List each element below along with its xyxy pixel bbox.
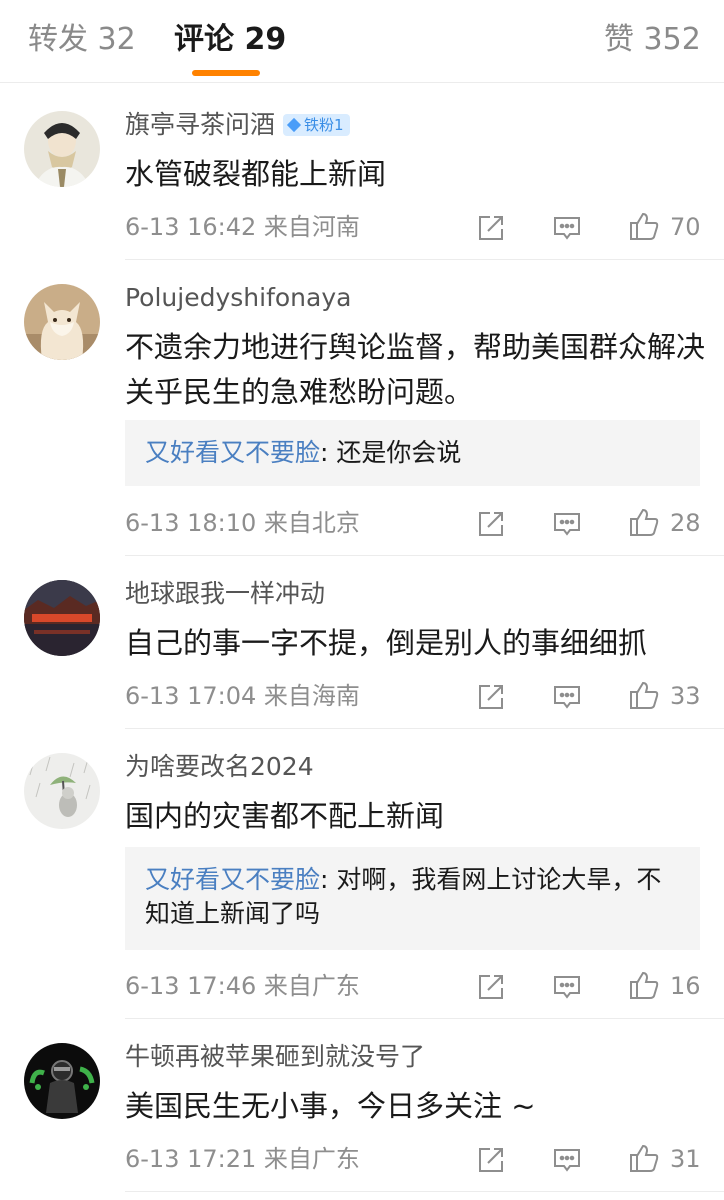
comment-text: 国内的灾害都不配上新闻 bbox=[125, 799, 445, 833]
comment-icon[interactable] bbox=[552, 213, 582, 243]
tab-likes[interactable]: 赞 352 bbox=[604, 20, 701, 60]
fan-badge: 铁粉1 bbox=[283, 114, 350, 136]
share-icon[interactable] bbox=[476, 682, 506, 712]
comment-time: 6-13 17:21 bbox=[125, 1145, 257, 1173]
tab-repost[interactable]: 转发 32 bbox=[28, 20, 136, 60]
tab-likes-label: 赞 bbox=[604, 22, 634, 57]
like-icon[interactable] bbox=[628, 210, 659, 240]
username[interactable]: Polujedyshifonaya bbox=[125, 282, 351, 314]
comment-icon[interactable] bbox=[552, 509, 582, 539]
username[interactable]: 为啥要改名2024 bbox=[125, 751, 314, 783]
avatar[interactable] bbox=[24, 111, 100, 187]
divider bbox=[125, 1191, 724, 1192]
comment-time: 6-13 17:46 bbox=[125, 972, 257, 1000]
reply-preview[interactable]: 又好看又不要脸: 对啊，我看网上讨论大旱，不知道上新闻了吗 bbox=[125, 847, 700, 950]
tab-repost-label: 转发 bbox=[28, 22, 88, 57]
divider bbox=[125, 1018, 724, 1019]
comment-text: 自己的事一字不提，倒是别人的事细细抓 bbox=[125, 626, 648, 660]
share-icon[interactable] bbox=[476, 213, 506, 243]
comment-meta: 6-13 17:04 来自海南 bbox=[125, 681, 360, 711]
like-icon[interactable] bbox=[628, 506, 659, 536]
comment-text: 美国民生无小事，今日多关注 ~ bbox=[125, 1089, 536, 1123]
comment-time: 6-13 17:04 bbox=[125, 682, 257, 710]
reply-username[interactable]: 又好看又不要脸 bbox=[145, 865, 320, 894]
username-text: Polujedyshifonaya bbox=[125, 283, 352, 312]
tab-comments[interactable]: 评论 29 bbox=[174, 20, 286, 60]
username-text: 地球跟我一样冲动 bbox=[125, 579, 326, 608]
comment-location: 来自北京 bbox=[263, 509, 360, 537]
tab-likes-count: 352 bbox=[643, 22, 701, 57]
like-count: 28 bbox=[670, 509, 701, 537]
comment-meta: 6-13 17:21 来自广东 bbox=[125, 1144, 360, 1174]
comment-text: 不遗余力地进行舆论监督，帮助美国群众解决关乎民生的急难愁盼问题。 bbox=[125, 330, 706, 409]
tab-comments-label: 评论 bbox=[174, 22, 234, 57]
comment-location: 来自广东 bbox=[263, 1145, 360, 1173]
like-count: 16 bbox=[670, 972, 701, 1000]
avatar[interactable] bbox=[24, 753, 100, 829]
comment-text: 水管破裂都能上新闻 bbox=[125, 157, 387, 191]
divider bbox=[125, 728, 724, 729]
reply-text: : 还是你会说 bbox=[320, 438, 462, 467]
avatar[interactable] bbox=[24, 580, 100, 656]
comment-icon[interactable] bbox=[552, 972, 582, 1002]
tab-repost-count: 32 bbox=[97, 22, 136, 57]
diamond-icon bbox=[286, 117, 302, 133]
username[interactable]: 旗亭寻茶问酒 铁粉1 bbox=[125, 109, 350, 141]
comment-icon[interactable] bbox=[552, 1145, 582, 1175]
like-count: 33 bbox=[670, 682, 701, 710]
like-icon[interactable] bbox=[628, 1142, 659, 1172]
divider bbox=[125, 259, 724, 260]
comment-icon[interactable] bbox=[552, 682, 582, 712]
comment-time: 6-13 16:42 bbox=[125, 213, 257, 241]
comment-location: 来自海南 bbox=[263, 682, 360, 710]
comment-time: 6-13 18:10 bbox=[125, 509, 257, 537]
like-icon[interactable] bbox=[628, 679, 659, 709]
comment-meta: 6-13 17:46 来自广东 bbox=[125, 971, 360, 1001]
avatar[interactable] bbox=[24, 1043, 100, 1119]
username-text: 为啥要改名2024 bbox=[125, 752, 314, 781]
username-text: 旗亭寻茶问酒 bbox=[125, 110, 276, 139]
comment-location: 来自广东 bbox=[263, 972, 360, 1000]
comment-meta: 6-13 16:42 来自河南 bbox=[125, 212, 360, 242]
username[interactable]: 牛顿再被苹果砸到就没号了 bbox=[125, 1041, 425, 1073]
tab-bar: 转发 32 评论 29 赞 352 bbox=[0, 0, 724, 83]
username-text: 牛顿再被苹果砸到就没号了 bbox=[125, 1042, 426, 1071]
avatar[interactable] bbox=[24, 284, 100, 360]
username[interactable]: 地球跟我一样冲动 bbox=[125, 578, 325, 610]
reply-preview[interactable]: 又好看又不要脸: 还是你会说 bbox=[125, 420, 700, 486]
like-count: 31 bbox=[670, 1145, 701, 1173]
divider bbox=[125, 555, 724, 556]
tab-comments-count: 29 bbox=[244, 22, 287, 57]
comment-location: 来自河南 bbox=[263, 213, 360, 241]
like-icon[interactable] bbox=[628, 969, 659, 999]
share-icon[interactable] bbox=[476, 509, 506, 539]
like-count: 70 bbox=[670, 213, 701, 241]
share-icon[interactable] bbox=[476, 972, 506, 1002]
share-icon[interactable] bbox=[476, 1145, 506, 1175]
comment-meta: 6-13 18:10 来自北京 bbox=[125, 508, 360, 538]
fan-badge-label: 铁粉1 bbox=[304, 116, 344, 134]
active-tab-indicator bbox=[192, 70, 260, 76]
reply-username[interactable]: 又好看又不要脸 bbox=[145, 438, 320, 467]
